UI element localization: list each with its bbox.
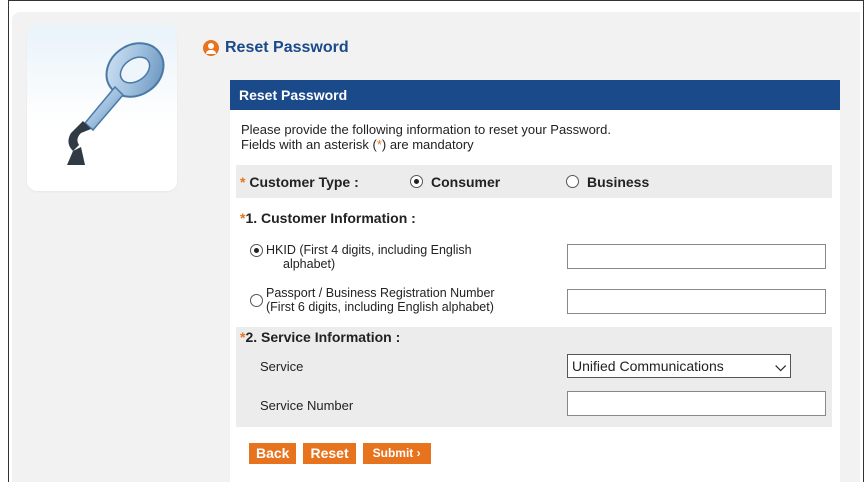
passport-label-line2: (First 6 digits, including English alpha… bbox=[266, 300, 494, 314]
user-icon bbox=[203, 40, 219, 56]
instructions-text: ) are mandatory bbox=[381, 137, 474, 152]
page-title-text: Reset Password bbox=[225, 39, 349, 56]
passport-option[interactable]: Passport / Business Registration Number … bbox=[250, 286, 551, 314]
section-title-text: 2. Service Information : bbox=[245, 329, 401, 345]
customer-type-business-option[interactable]: Business bbox=[566, 174, 649, 190]
consumer-radio[interactable] bbox=[410, 175, 423, 188]
form-instructions: Please provide the following information… bbox=[241, 122, 611, 152]
passport-label-line1: Passport / Business Registration Number bbox=[266, 286, 495, 300]
passport-radio[interactable] bbox=[250, 294, 263, 307]
instructions-text: Fields with an asterisk ( bbox=[241, 137, 377, 152]
service-label: Service bbox=[260, 359, 304, 374]
instructions-line1: Please provide the following information… bbox=[241, 122, 611, 137]
consumer-label: Consumer bbox=[431, 173, 501, 190]
section-title-text: 1. Customer Information : bbox=[245, 210, 416, 226]
hkid-label-line1: HKID (First 4 digits, including English bbox=[266, 243, 472, 257]
back-button[interactable]: Back bbox=[249, 443, 297, 464]
customer-type-label: * Customer Type : bbox=[240, 174, 410, 190]
hkid-radio[interactable] bbox=[250, 244, 263, 257]
service-number-label: Service Number bbox=[260, 398, 354, 413]
passport-input[interactable] bbox=[567, 289, 826, 314]
instructions-line2: Fields with an asterisk (*) are mandator… bbox=[241, 137, 611, 152]
hkid-label-line2: alphabet) bbox=[283, 257, 336, 271]
submit-button[interactable]: Submit › bbox=[362, 443, 431, 464]
key-illustration bbox=[27, 25, 177, 191]
service-select-value: Unified Communications bbox=[572, 358, 724, 374]
required-asterisk: * bbox=[240, 173, 246, 190]
customer-type-row: * Customer Type : Consumer Business bbox=[236, 165, 832, 198]
business-label: Business bbox=[587, 173, 650, 190]
service-number-input[interactable] bbox=[567, 391, 826, 416]
hkid-input[interactable] bbox=[567, 244, 826, 269]
customer-information-title: *1. Customer Information : bbox=[240, 210, 416, 226]
form-header: Reset Password bbox=[230, 80, 840, 110]
reset-button[interactable]: Reset bbox=[303, 443, 356, 464]
page-title: Reset Password bbox=[203, 39, 349, 57]
form-actions: Back Reset Submit › bbox=[249, 443, 438, 464]
customer-type-label-text: Customer Type : bbox=[249, 173, 359, 190]
key-icon bbox=[67, 42, 165, 165]
business-radio[interactable] bbox=[566, 175, 579, 188]
hkid-option[interactable]: HKID (First 4 digits, including English … bbox=[250, 243, 551, 271]
passport-label: Passport / Business Registration Number … bbox=[266, 286, 551, 314]
chevron-down-icon: ⌵ bbox=[775, 357, 786, 374]
reset-password-form: Reset Password Please provide the follow… bbox=[230, 80, 840, 482]
hkid-label: HKID (First 4 digits, including English … bbox=[266, 243, 551, 271]
service-information-title: *2. Service Information : bbox=[240, 329, 400, 345]
service-select[interactable]: Unified Communications ⌵ bbox=[567, 354, 791, 378]
customer-type-consumer-option[interactable]: Consumer bbox=[410, 174, 566, 190]
